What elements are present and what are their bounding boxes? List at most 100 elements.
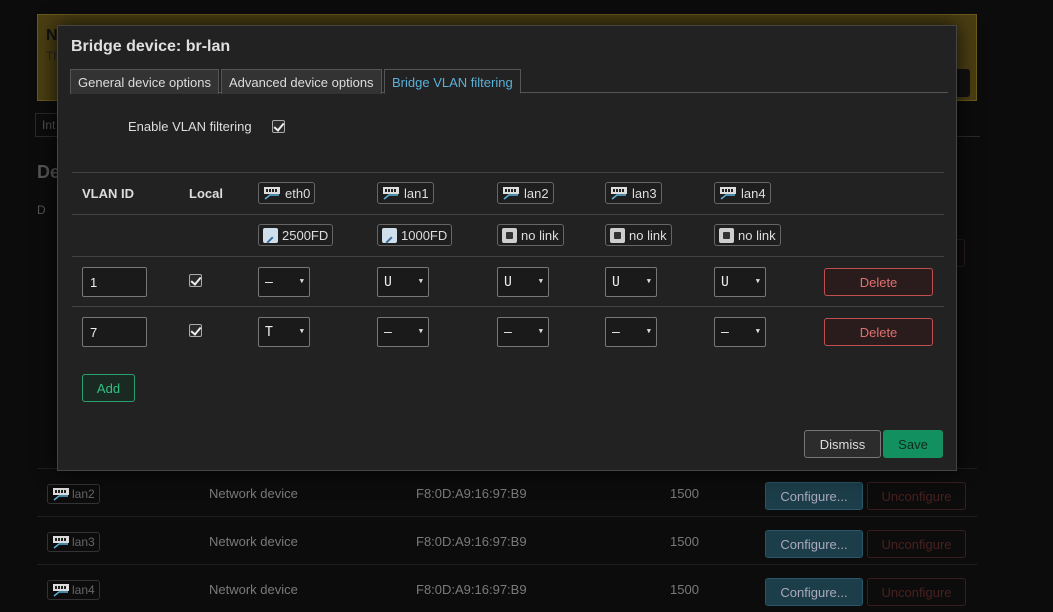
notice-title: N — [46, 27, 58, 44]
network-port-icon — [52, 487, 70, 501]
device-badge: lan3 — [47, 532, 100, 552]
port-header-lan2: lan2 — [497, 182, 554, 204]
delete-vlan-button[interactable]: Delete — [824, 318, 933, 346]
port-membership-select[interactable]: T ▼ — [258, 317, 310, 347]
network-port-icon — [719, 186, 737, 200]
port-membership-select[interactable]: – ▼ — [605, 317, 657, 347]
select-value: – — [504, 325, 512, 340]
network-port-icon — [263, 186, 281, 200]
dropdown-arrow-icon: ▼ — [418, 327, 423, 335]
port-header-lan1: lan1 — [377, 182, 434, 204]
vlan-id-input[interactable] — [82, 317, 147, 347]
device-type: Network device — [209, 582, 298, 597]
device-name: lan3 — [72, 535, 95, 549]
dropdown-arrow-icon: ▼ — [755, 327, 760, 335]
vlan-id-input[interactable] — [82, 267, 147, 297]
network-port-icon — [52, 535, 70, 549]
port-membership-select[interactable]: – ▼ — [497, 317, 549, 347]
add-vlan-button[interactable]: Add — [82, 374, 135, 402]
background-header-stub: D — [37, 203, 46, 217]
select-value: – — [265, 275, 273, 290]
device-badge: lan2 — [47, 484, 100, 504]
port-header-eth0: eth0 — [258, 182, 316, 204]
port-name: lan3 — [632, 185, 657, 201]
unconfigure-button: Unconfigure — [867, 530, 966, 558]
select-value: U — [612, 275, 620, 290]
select-value: – — [612, 325, 620, 340]
port-status-lan3: no link — [605, 224, 672, 246]
select-value: U — [384, 275, 392, 290]
background-table-row: lan2 Network device F8:0D:A9:16:97:B9 1500 C… — [37, 468, 977, 516]
select-value: T — [265, 325, 273, 340]
device-mtu: 1500 — [670, 534, 699, 549]
device-mtu: 1500 — [670, 486, 699, 501]
port-membership-select[interactable]: U ▼ — [377, 267, 429, 297]
port-status-lan2: no link — [497, 224, 564, 246]
link-speed-icon — [263, 227, 278, 243]
port-membership-select[interactable]: U ▼ — [714, 267, 766, 297]
port-membership-select[interactable]: U ▼ — [605, 267, 657, 297]
device-mac: F8:0D:A9:16:97:B9 — [416, 582, 527, 597]
enable-vlan-filtering-label: Enable VLAN filtering — [128, 119, 252, 134]
port-header-lan4: lan4 — [714, 182, 771, 204]
port-header-lan3: lan3 — [605, 182, 662, 204]
background-table-row: lan4 Network device F8:0D:A9:16:97:B9 1500 C… — [37, 564, 977, 612]
tab-general-device-options[interactable]: General device options — [70, 69, 219, 94]
device-name: lan2 — [72, 487, 95, 501]
network-port-icon — [502, 186, 520, 200]
dialog-title: Bridge device: br-lan — [71, 38, 231, 55]
device-type: Network device — [209, 534, 298, 549]
select-value: U — [721, 275, 729, 290]
port-name: lan2 — [524, 185, 549, 201]
save-button[interactable]: Save — [883, 430, 943, 458]
port-status-text: 1000FD — [401, 227, 448, 243]
unconfigure-button: Unconfigure — [867, 578, 966, 606]
bridge-device-dialog: Bridge device: br-lan General device opt… — [57, 25, 957, 471]
network-port-icon — [610, 186, 628, 200]
no-link-icon — [719, 227, 734, 243]
dropdown-arrow-icon: ▼ — [646, 327, 651, 335]
column-header-vlan-id: VLAN ID — [82, 186, 134, 201]
port-name: eth0 — [285, 185, 311, 201]
dropdown-arrow-icon: ▼ — [646, 277, 651, 285]
port-status-text: no link — [738, 227, 776, 243]
configure-button: Configure... — [765, 482, 863, 510]
port-name: lan1 — [404, 185, 429, 201]
device-type: Network device — [209, 486, 298, 501]
port-status-lan1: 1000FD — [377, 224, 453, 246]
device-name: lan4 — [72, 583, 95, 597]
dropdown-arrow-icon: ▼ — [418, 277, 423, 285]
port-membership-select[interactable]: U ▼ — [497, 267, 549, 297]
local-checkbox[interactable] — [189, 274, 202, 287]
device-mac: F8:0D:A9:16:97:B9 — [416, 534, 527, 549]
select-value: U — [504, 275, 512, 290]
tab-bridge-vlan-filtering[interactable]: Bridge VLAN filtering — [384, 69, 521, 94]
local-checkbox[interactable] — [189, 324, 202, 337]
delete-vlan-button[interactable]: Delete — [824, 268, 933, 296]
device-badge: lan4 — [47, 580, 100, 600]
port-membership-select[interactable]: – ▼ — [377, 317, 429, 347]
dropdown-arrow-icon: ▼ — [299, 277, 304, 285]
port-membership-select[interactable]: – ▼ — [714, 317, 766, 347]
configure-button: Configure... — [765, 578, 863, 606]
no-link-icon — [502, 227, 517, 243]
dialog-tabs: General device options Advanced device o… — [70, 69, 948, 94]
column-header-local: Local — [189, 186, 223, 201]
link-speed-icon — [382, 227, 397, 243]
port-name: lan4 — [741, 185, 766, 201]
configure-button: Configure... — [765, 530, 863, 558]
network-port-icon — [382, 186, 400, 200]
dropdown-arrow-icon: ▼ — [755, 277, 760, 285]
dropdown-arrow-icon: ▼ — [538, 327, 543, 335]
port-status-text: 2500FD — [282, 227, 329, 243]
port-status-text: no link — [521, 227, 559, 243]
device-mac: F8:0D:A9:16:97:B9 — [416, 486, 527, 501]
network-port-icon — [52, 583, 70, 597]
tab-advanced-device-options[interactable]: Advanced device options — [221, 69, 382, 94]
port-membership-select[interactable]: – ▼ — [258, 267, 310, 297]
dropdown-arrow-icon: ▼ — [299, 327, 304, 335]
enable-vlan-filtering-checkbox[interactable] — [272, 120, 285, 133]
dismiss-button[interactable]: Dismiss — [804, 430, 881, 458]
port-status-text: no link — [629, 227, 667, 243]
background-table-row: lan3 Network device F8:0D:A9:16:97:B9 1500 C… — [37, 516, 977, 564]
